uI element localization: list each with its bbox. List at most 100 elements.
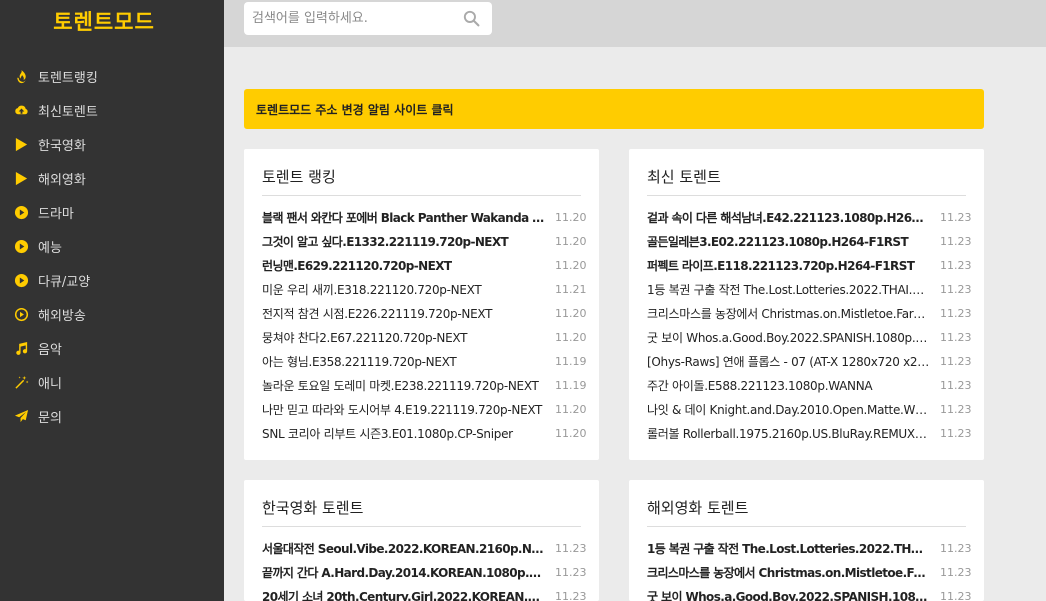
sidebar-item-foreign-broadcast[interactable]: 해외방송 [0, 297, 224, 331]
sidebar-item-label: 토렌트랭킹 [38, 70, 98, 86]
list-item[interactable]: 크리스마스를 농장에서 Christmas.on.Mistletoe.Farm.… [647, 560, 972, 584]
torrent-title-link[interactable]: 나잇 & 데이 Knight.and.Day.2010.Open.Matte.W… [647, 401, 940, 418]
list-item[interactable]: 나만 믿고 따라와 도시어부 4.E19.221119.720p-NEXT 11.… [262, 397, 587, 421]
panel-title: 해외영화 토렌트 [647, 499, 749, 517]
panel-title: 토렌트 랭킹 [262, 168, 336, 186]
torrent-title-link[interactable]: SNL 코리아 리부트 시즌3.E01.1080p.CP-Sniper [262, 425, 555, 442]
sidebar-item-anime[interactable]: 애니 [0, 365, 224, 399]
notice-banner[interactable]: 토렌트모드 주소 변경 알림 사이트 클릭 [244, 89, 984, 129]
list-item[interactable]: 그것이 알고 싶다.E1332.221119.720p-NEXT 11.20 [262, 229, 587, 253]
list-item[interactable]: 1등 복권 구출 작전 The.Lost.Lotteries.2022.THAI… [647, 277, 972, 301]
list-item[interactable]: 뭉쳐야 찬다2.E67.221120.720p-NEXT 11.20 [262, 325, 587, 349]
post-date: 11.23 [555, 589, 587, 601]
panel-divider [647, 195, 966, 196]
sidebar-item-foreign-movie[interactable]: 해외영화 [0, 161, 224, 195]
torrent-title-link[interactable]: 20세기 소녀 20th.Century.Girl.2022.KOREAN.21… [262, 588, 555, 601]
play-triangle-icon [13, 136, 29, 152]
post-date: 11.23 [940, 402, 972, 416]
sidebar-item-label: 음악 [38, 342, 62, 358]
torrent-list: 1등 복권 구출 작전 The.Lost.Lotteries.2022.THAI… [647, 536, 972, 601]
post-date: 11.23 [940, 210, 972, 224]
list-item[interactable]: 아는 형님.E358.221119.720p-NEXT 11.19 [262, 349, 587, 373]
torrent-title-link[interactable]: 서울대작전 Seoul.Vibe.2022.KOREAN.2160p.NF.WE… [262, 540, 555, 557]
torrent-list: 서울대작전 Seoul.Vibe.2022.KOREAN.2160p.NF.WE… [262, 536, 587, 601]
torrent-title-link[interactable]: 롤러볼 Rollerball.1975.2160p.US.BluRay.REMU… [647, 425, 940, 442]
post-date: 11.20 [555, 330, 587, 344]
torrent-title-link[interactable]: 나만 믿고 따라와 도시어부 4.E19.221119.720p-NEXT [262, 401, 555, 418]
post-date: 11.23 [940, 258, 972, 272]
top-bar [224, 0, 1046, 47]
post-date: 11.23 [940, 282, 972, 296]
torrent-title-link[interactable]: 1등 복권 구출 작전 The.Lost.Lotteries.2022.THAI… [647, 281, 940, 298]
list-item[interactable]: 굿 보이 Whos.a.Good.Boy.2022.SPANISH.1080p.… [647, 584, 972, 601]
torrent-title-link[interactable]: 뭉쳐야 찬다2.E67.221120.720p-NEXT [262, 329, 555, 346]
paper-plane-icon [13, 408, 29, 424]
post-date: 11.23 [940, 565, 972, 579]
list-item[interactable]: SNL 코리아 리부트 시즌3.E01.1080p.CP-Sniper 11.20 [262, 421, 587, 445]
play-triangle-icon [13, 170, 29, 186]
torrent-title-link[interactable]: 크리스마스를 농장에서 Christmas.on.Mistletoe.Farm.… [647, 564, 940, 581]
torrent-title-link[interactable]: 끝까지 간다 A.Hard.Day.2014.KOREAN.1080p.BluR… [262, 564, 555, 581]
list-item[interactable]: 나잇 & 데이 Knight.and.Day.2010.Open.Matte.W… [647, 397, 972, 421]
list-item[interactable]: 서울대작전 Seoul.Vibe.2022.KOREAN.2160p.NF.WE… [262, 536, 587, 560]
sidebar-item-korean-movie[interactable]: 한국영화 [0, 127, 224, 161]
post-date: 11.20 [555, 258, 587, 272]
torrent-title-link[interactable]: 전지적 참견 시점.E226.221119.720p-NEXT [262, 305, 555, 322]
list-item[interactable]: 끝까지 간다 A.Hard.Day.2014.KOREAN.1080p.BluR… [262, 560, 587, 584]
sidebar-item-variety[interactable]: 예능 [0, 229, 224, 263]
list-item[interactable]: 놀라운 토요일 도레미 마켓.E238.221119.720p-NEXT 11.1… [262, 373, 587, 397]
torrent-title-link[interactable]: 주간 아이돌.E588.221123.1080p.WANNA [647, 377, 940, 394]
list-item[interactable]: 미운 우리 새끼.E318.221120.720p-NEXT 11.21 [262, 277, 587, 301]
sidebar-item-documentary[interactable]: 다큐/교양 [0, 263, 224, 297]
sidebar-item-label: 최신토렌트 [38, 104, 98, 120]
torrent-title-link[interactable]: 크리스마스를 농장에서 Christmas.on.Mistletoe.Farm.… [647, 305, 940, 322]
play-circle-icon [13, 204, 29, 220]
torrent-title-link[interactable]: 굿 보이 Whos.a.Good.Boy.2022.SPANISH.1080p.… [647, 329, 940, 346]
torrent-title-link[interactable]: 미운 우리 새끼.E318.221120.720p-NEXT [262, 281, 555, 298]
list-item[interactable]: 굿 보이 Whos.a.Good.Boy.2022.SPANISH.1080p.… [647, 325, 972, 349]
list-item[interactable]: [Ohys-Raws] 연애 플롭스 - 07 (AT-X 1280x720 x… [647, 349, 972, 373]
sidebar-item-drama[interactable]: 드라마 [0, 195, 224, 229]
post-date: 11.23 [940, 378, 972, 392]
list-item[interactable]: 주간 아이돌.E588.221123.1080p.WANNA 11.23 [647, 373, 972, 397]
search-icon[interactable] [463, 10, 480, 27]
torrent-title-link[interactable]: 퍼펙트 라이프.E118.221123.720p.H264-F1RST [647, 257, 940, 274]
torrent-title-link[interactable]: 그것이 알고 싶다.E1332.221119.720p-NEXT [262, 233, 555, 250]
torrent-title-link[interactable]: 1등 복권 구출 작전 The.Lost.Lotteries.2022.THAI… [647, 540, 940, 557]
list-item[interactable]: 겉과 속이 다른 해석남녀.E42.221123.1080p.H264-F1RS… [647, 205, 972, 229]
list-item[interactable]: 블랙 팬서 와칸다 포에버 Black Panther Wakanda Fore… [262, 205, 587, 229]
torrent-title-link[interactable]: 런닝맨.E629.221120.720p-NEXT [262, 257, 555, 274]
list-item[interactable]: 전지적 참견 시점.E226.221119.720p-NEXT 11.20 [262, 301, 587, 325]
sidebar-item-label: 드라마 [38, 206, 74, 222]
list-item[interactable]: 골든일레븐3.E02.221123.1080p.H264-F1RST 11.23 [647, 229, 972, 253]
list-item[interactable]: 롤러볼 Rollerball.1975.2160p.US.BluRay.REMU… [647, 421, 972, 445]
list-item[interactable]: 크리스마스를 농장에서 Christmas.on.Mistletoe.Farm.… [647, 301, 972, 325]
post-date: 11.20 [555, 306, 587, 320]
ranking-panel: 토렌트 랭킹 블랙 팬서 와칸다 포에버 Black Panther Wakan… [244, 149, 599, 460]
list-item[interactable]: 1등 복권 구출 작전 The.Lost.Lotteries.2022.THAI… [647, 536, 972, 560]
post-date: 11.20 [555, 402, 587, 416]
site-logo[interactable]: 토렌트모드 [0, 6, 208, 36]
list-item[interactable]: 퍼펙트 라이프.E118.221123.720p.H264-F1RST 11.23 [647, 253, 972, 277]
torrent-title-link[interactable]: 골든일레븐3.E02.221123.1080p.H264-F1RST [647, 233, 940, 250]
panel-title: 최신 토렌트 [647, 168, 721, 186]
torrent-title-link[interactable]: [Ohys-Raws] 연애 플롭스 - 07 (AT-X 1280x720 x… [647, 353, 940, 370]
sidebar-item-ranking[interactable]: 토렌트랭킹 [0, 59, 224, 93]
list-item[interactable]: 런닝맨.E629.221120.720p-NEXT 11.20 [262, 253, 587, 277]
search-input[interactable] [244, 2, 454, 35]
sidebar-item-label: 문의 [38, 410, 62, 426]
torrent-title-link[interactable]: 굿 보이 Whos.a.Good.Boy.2022.SPANISH.1080p.… [647, 588, 940, 601]
magic-wand-icon [13, 374, 29, 390]
torrent-title-link[interactable]: 놀라운 토요일 도레미 마켓.E238.221119.720p-NEXT [262, 377, 555, 394]
sidebar-item-label: 한국영화 [38, 138, 86, 154]
cloud-upload-icon [13, 102, 29, 118]
sidebar-item-inquiry[interactable]: 문의 [0, 399, 224, 433]
torrent-list: 겉과 속이 다른 해석남녀.E42.221123.1080p.H264-F1RS… [647, 205, 972, 445]
list-item[interactable]: 20세기 소녀 20th.Century.Girl.2022.KOREAN.21… [262, 584, 587, 601]
sidebar-item-latest[interactable]: 최신토렌트 [0, 93, 224, 127]
torrent-title-link[interactable]: 겉과 속이 다른 해석남녀.E42.221123.1080p.H264-F1RS… [647, 209, 940, 226]
torrent-title-link[interactable]: 블랙 팬서 와칸다 포에버 Black Panther Wakanda Fore… [262, 209, 555, 226]
sidebar-nav: 토렌트랭킹 최신토렌트 한국영화 해외영화 드라마 예능 다큐/교양 해외방송 [0, 59, 224, 433]
sidebar-item-music[interactable]: 음악 [0, 331, 224, 365]
torrent-title-link[interactable]: 아는 형님.E358.221119.720p-NEXT [262, 353, 555, 370]
